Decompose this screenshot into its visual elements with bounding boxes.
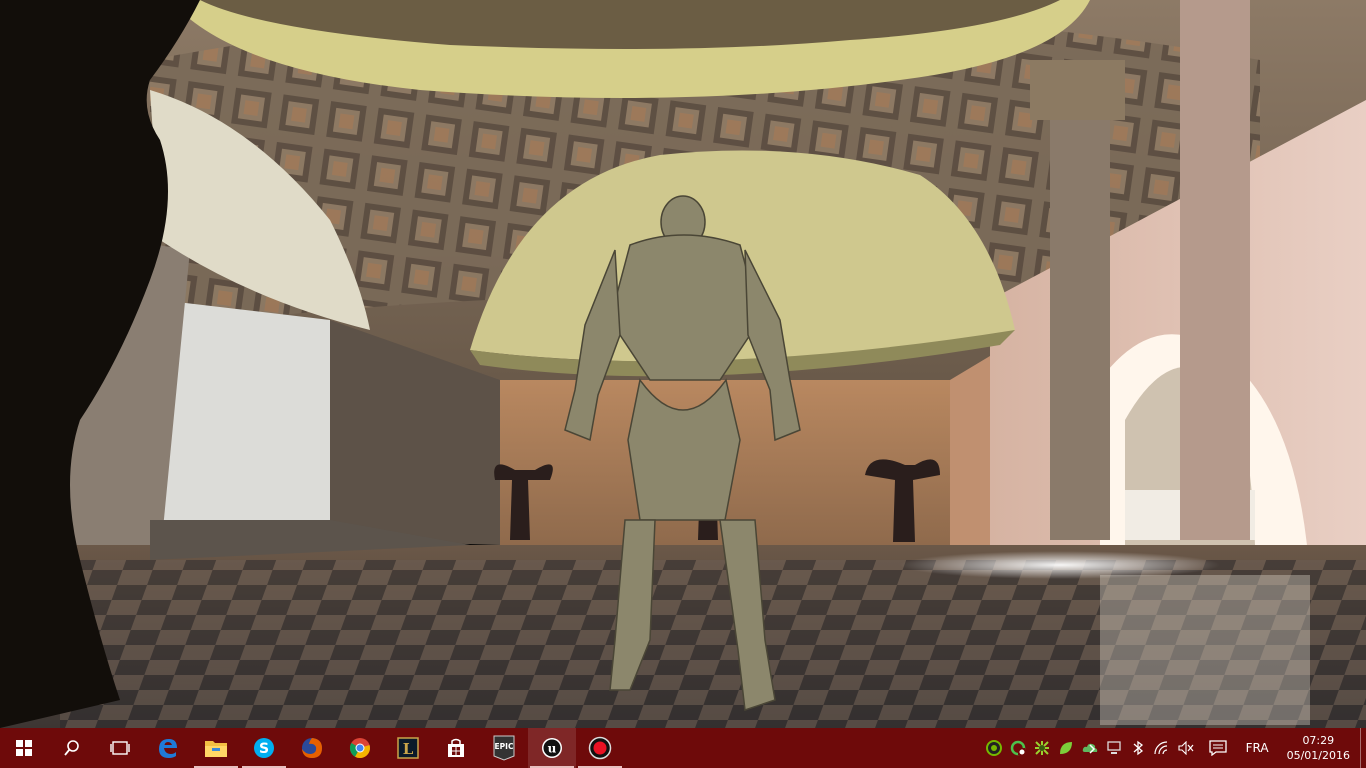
taskbar-app-firefox[interactable] [288,728,336,768]
show-desktop-button[interactable] [1360,728,1366,768]
record-icon [588,736,612,760]
windows-taskbar: S L EPIC u FRA 07:29 05/01/2016 [0,728,1366,768]
system-tray: FRA 07:29 05/01/2016 [982,728,1366,768]
tray-item-cloud[interactable] [1078,728,1102,768]
tray-item-volume[interactable] [1174,728,1198,768]
svg-text:EPIC: EPIC [495,742,514,751]
tray-item-leaf[interactable] [1054,728,1078,768]
taskbar-app-chrome[interactable] [336,728,384,768]
tray-item-bluetooth[interactable] [1126,728,1150,768]
task-view-button[interactable] [96,728,144,768]
file-explorer-icon [205,741,227,757]
bluetooth-icon [1133,740,1143,756]
action-center-icon [1208,740,1227,756]
epic-games-launcher-icon: EPIC [493,735,515,761]
skype-icon: S [254,738,274,758]
network-computer-icon [1106,741,1121,754]
tray-item-sync[interactable] [1006,728,1030,768]
taskbar-app-skype[interactable]: S [240,728,288,768]
green-leaf-icon [1059,742,1072,754]
taskbar-app-unreal-engine[interactable]: u [528,728,576,768]
tray-item-wifi[interactable] [1150,728,1174,768]
svg-text:L: L [403,740,414,758]
game-scene [0,0,1366,728]
taskbar-app-epic-games-launcher[interactable]: EPIC [480,728,528,768]
input-language-indicator[interactable]: FRA [1238,741,1277,755]
taskbar-app-file-explorer[interactable] [192,728,240,768]
edge-icon [159,739,177,758]
league-of-legends-icon: L [397,737,419,759]
svg-text:u: u [548,742,557,756]
green-gear-icon [1034,741,1049,755]
tray-item-network[interactable] [1102,728,1126,768]
chrome-icon [349,738,370,759]
wifi-icon [1154,741,1167,755]
clock-time: 07:29 [1302,734,1335,747]
search-icon [64,740,79,756]
clock[interactable]: 07:29 05/01/2016 [1277,733,1360,763]
tray-item-gear[interactable] [1030,728,1054,768]
taskbar-app-recorder[interactable] [576,728,624,768]
tray-item-nvidia[interactable] [982,728,1006,768]
taskbar-app-league-of-legends[interactable]: L [384,728,432,768]
search-button[interactable] [48,728,96,768]
action-center-button[interactable] [1198,728,1238,768]
taskbar-app-windows-store[interactable] [432,728,480,768]
clock-date: 05/01/2016 [1286,749,1350,762]
svg-text:S: S [259,741,269,757]
unreal-engine-icon: u [542,738,562,758]
taskbar-app-edge[interactable] [144,728,192,768]
game-viewport[interactable] [0,0,1366,728]
green-sync-icon [1010,740,1025,756]
nvidia-green-circle-icon [985,740,1002,756]
firefox-icon [302,738,322,758]
start-button[interactable] [0,728,48,768]
task-view-icon [110,741,130,755]
windows-logo-icon [16,740,32,756]
windows-store-icon [448,738,464,757]
volume-muted-icon [1178,741,1194,755]
green-cloud-icon [1082,743,1097,754]
